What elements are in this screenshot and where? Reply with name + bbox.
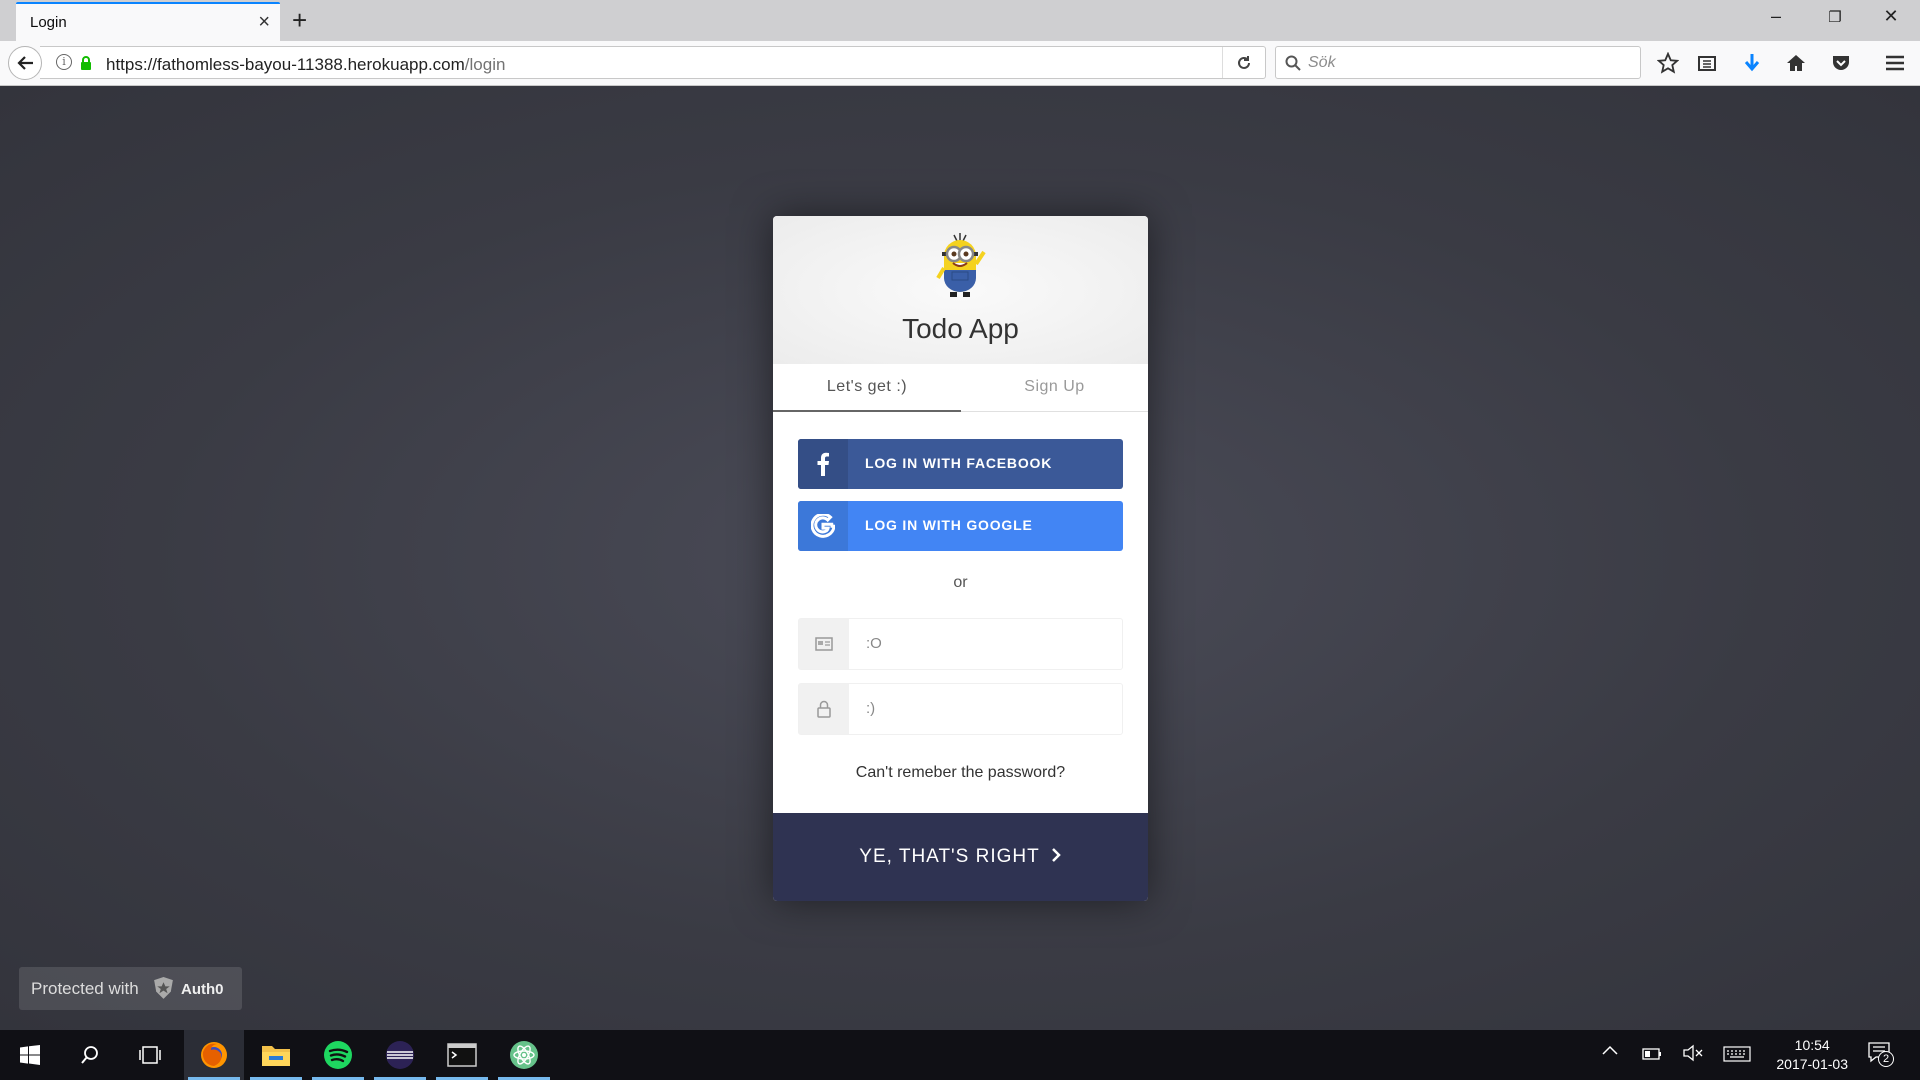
url-host: https://fathomless-bayou-11388.herokuapp… (106, 55, 465, 74)
atom-icon[interactable] (494, 1030, 554, 1080)
clock-date: 2017-01-03 (1776, 1056, 1848, 1072)
task-view-icon[interactable] (120, 1030, 180, 1080)
menu-icon[interactable] (1883, 51, 1907, 75)
app-title: Todo App (902, 313, 1019, 344)
forgot-password-link[interactable]: Can't remeber the password? (773, 764, 1148, 782)
lock-icon (799, 684, 849, 734)
badge-brand: Auth0 (181, 981, 224, 998)
search-placeholder: Sök (1308, 54, 1336, 71)
google-icon (798, 501, 848, 551)
login-header: Todo App (773, 216, 1148, 364)
reading-list-icon[interactable] (1695, 51, 1719, 75)
search-icon[interactable] (60, 1030, 120, 1080)
reload-icon[interactable] (1222, 47, 1264, 78)
clock-time: 10:54 (1794, 1037, 1830, 1053)
restore-icon[interactable]: ❐ (1817, 8, 1853, 26)
login-card: Todo App Let's get :) Sign Up LOG IN WIT… (773, 216, 1148, 901)
url-bar[interactable]: i https://fathomless-bayou-11388.herokua… (40, 46, 1266, 79)
or-separator: or (953, 574, 968, 591)
search-bar[interactable]: Sök (1275, 46, 1641, 79)
password-placeholder: :) (866, 700, 876, 717)
facebook-login-label: LOG IN WITH FACEBOOK (865, 455, 1053, 471)
navigation-bar: i https://fathomless-bayou-11388.herokua… (0, 41, 1920, 86)
pocket-icon[interactable] (1829, 51, 1853, 75)
url-path: /login (464, 55, 506, 74)
submit-button[interactable]: YE, THAT'S RIGHT (773, 813, 1148, 901)
chevron-right-icon (1051, 848, 1061, 862)
tab-strip: Login × + – ❐ ✕ (0, 0, 1920, 41)
password-field[interactable]: :) (798, 683, 1123, 735)
google-login-label: LOG IN WITH GOOGLE (865, 517, 1033, 533)
info-icon[interactable]: i (56, 54, 72, 70)
auth0-badge[interactable]: Protected with Auth0 (19, 967, 242, 1010)
home-icon[interactable] (1784, 51, 1808, 75)
downloads-icon[interactable] (1740, 51, 1764, 75)
id-card-icon (799, 619, 849, 669)
email-field[interactable]: :O (798, 618, 1123, 670)
auth-tabs: Let's get :) Sign Up (773, 364, 1148, 412)
tray-expand-icon[interactable] (1602, 1042, 1618, 1060)
facebook-login-button[interactable]: LOG IN WITH FACEBOOK (798, 439, 1123, 489)
tab-signup[interactable]: Sign Up (961, 364, 1148, 412)
volume-muted-icon[interactable] (1682, 1044, 1704, 1067)
tab-login[interactable]: Let's get :) (773, 364, 961, 412)
browser-tab[interactable]: Login × (16, 2, 280, 41)
spotify-icon[interactable] (308, 1030, 368, 1080)
badge-text: Protected with (31, 979, 139, 998)
file-explorer-icon[interactable] (246, 1030, 306, 1080)
window-close-icon[interactable]: ✕ (1873, 6, 1909, 27)
firefox-taskbar-icon[interactable] (184, 1030, 244, 1080)
windows-start-icon[interactable] (0, 1030, 60, 1080)
search-icon (1285, 55, 1301, 71)
battery-icon[interactable] (1642, 1047, 1662, 1065)
back-button[interactable] (8, 46, 42, 80)
back-arrow-icon (17, 56, 33, 70)
minimize-icon[interactable]: – (1758, 6, 1794, 27)
taskbar: 10:54 2017-01-03 2 (0, 1030, 1920, 1080)
tab-title: Login (30, 14, 67, 31)
lock-icon (81, 56, 91, 70)
terminal-icon[interactable] (432, 1030, 492, 1080)
bookmark-star-icon[interactable] (1656, 51, 1680, 75)
google-login-button[interactable]: LOG IN WITH GOOGLE (798, 501, 1123, 551)
new-tab-icon[interactable]: + (292, 5, 307, 36)
submit-label: YE, THAT'S RIGHT (859, 846, 1040, 867)
page-content: Todo App Let's get :) Sign Up LOG IN WIT… (0, 86, 1920, 1030)
minion-logo-icon (936, 233, 986, 297)
url-text: https://fathomless-bayou-11388.herokuapp… (106, 55, 505, 75)
close-tab-icon[interactable]: × (258, 11, 270, 34)
email-placeholder: :O (866, 635, 882, 652)
action-center-icon[interactable]: 2 (1868, 1042, 1894, 1069)
facebook-icon (798, 439, 848, 489)
eclipse-icon[interactable] (370, 1030, 430, 1080)
auth0-shield-icon (154, 977, 173, 999)
keyboard-icon[interactable] (1723, 1046, 1751, 1067)
notification-count: 2 (1878, 1051, 1894, 1067)
system-clock[interactable]: 10:54 2017-01-03 (1776, 1036, 1848, 1074)
